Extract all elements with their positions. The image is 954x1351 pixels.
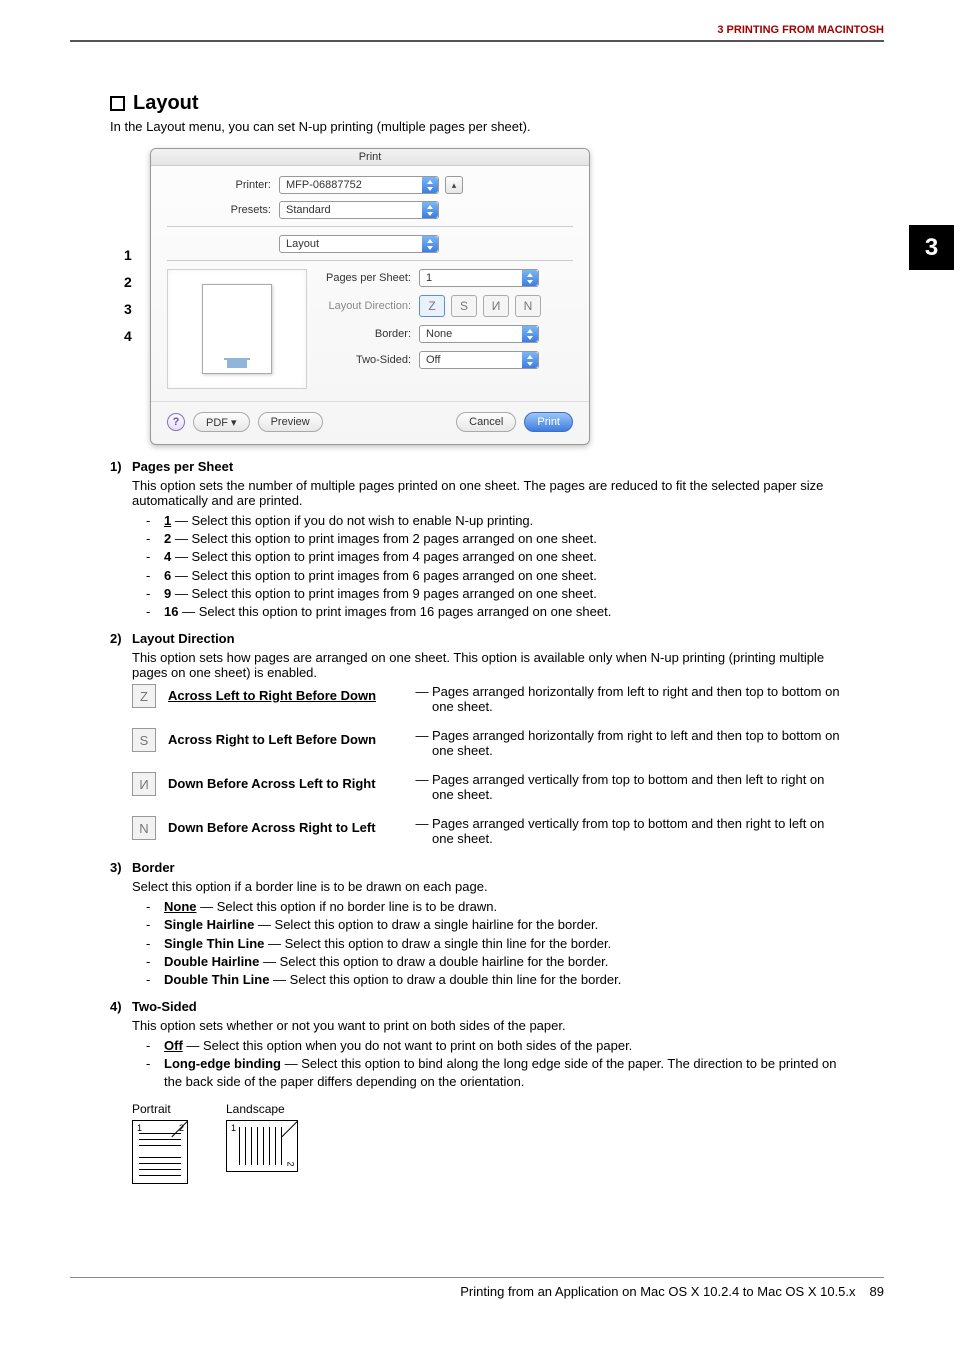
list-item: Single Thin Line — Select this option to… xyxy=(132,935,844,953)
two-sided-label: Two-Sided: xyxy=(321,354,419,366)
direction-name: Down Before Across Left to Right xyxy=(168,772,400,791)
page-footer: Printing from an Application on Mac OS X… xyxy=(70,1277,884,1299)
section-4-desc: This option sets whether or not you want… xyxy=(132,1018,844,1033)
dropdown-arrow-icon xyxy=(522,270,538,286)
direction-down-lr-button[interactable]: И xyxy=(483,295,509,317)
section-1-list: 1 — Select this option if you do not wis… xyxy=(132,512,844,621)
portrait-label: Portrait xyxy=(132,1102,188,1116)
direction-name: Across Right to Left Before Down xyxy=(168,728,400,747)
direction-name: Across Left to Right Before Down xyxy=(168,684,400,703)
presets-select[interactable]: Standard xyxy=(279,201,439,219)
help-button[interactable]: ? xyxy=(167,413,185,431)
section-1-heading: 1)Pages per Sheet xyxy=(110,459,844,474)
printer-info-button[interactable] xyxy=(445,176,463,194)
direction-name: Down Before Across Right to Left xyxy=(168,816,400,835)
section-2-heading: 2)Layout Direction xyxy=(110,631,844,646)
section-2-desc: This option sets how pages are arranged … xyxy=(132,650,844,680)
direction-row: ZAcross Left to Right Before Down—Pages … xyxy=(132,684,844,714)
section-4-heading: 4)Two-Sided xyxy=(110,999,844,1014)
layout-direction-label: Layout Direction: xyxy=(321,300,419,312)
direction-row: ИDown Before Across Left to Right—Pages … xyxy=(132,772,844,802)
list-item: 16 — Select this option to print images … xyxy=(132,603,844,621)
divider xyxy=(70,40,884,42)
dialog-title: Print xyxy=(151,149,589,166)
list-item: 6 — Select this option to print images f… xyxy=(132,567,844,585)
cancel-button[interactable]: Cancel xyxy=(456,412,516,432)
direction-icon: S xyxy=(132,728,156,752)
pages-per-sheet-select[interactable]: 1 xyxy=(419,269,539,287)
chapter-tab: 3 xyxy=(909,225,954,270)
landscape-figure: 12 xyxy=(226,1120,298,1172)
section-3-desc: Select this option if a border line is t… xyxy=(132,879,844,894)
list-item: 9 — Select this option to print images f… xyxy=(132,585,844,603)
direction-table: ZAcross Left to Right Before Down—Pages … xyxy=(132,684,844,846)
landscape-label: Landscape xyxy=(226,1102,298,1116)
border-label: Border: xyxy=(321,328,419,340)
dropdown-arrow-icon xyxy=(422,202,438,218)
section-4-list: Off — Select this option when you do not… xyxy=(132,1037,844,1092)
orientation-figures: Portrait 12 Landscape 12 xyxy=(132,1102,844,1184)
section-title-text: Layout xyxy=(133,92,199,115)
section-3-heading: 3)Border xyxy=(110,860,844,875)
direction-lr-down-button[interactable]: Z xyxy=(419,295,445,317)
list-item: Single Hairline — Select this option to … xyxy=(132,916,844,934)
border-select[interactable]: None xyxy=(419,325,539,343)
pages-per-sheet-label: Pages per Sheet: xyxy=(321,272,419,284)
chapter-header: 3 PRINTING FROM MACINTOSH xyxy=(70,24,884,36)
dropdown-arrow-icon xyxy=(522,326,538,342)
section-3-list: None — Select this option if no border l… xyxy=(132,898,844,989)
list-item: Off — Select this option when you do not… xyxy=(132,1037,844,1055)
list-item: 2 — Select this option to print images f… xyxy=(132,530,844,548)
list-item: Long-edge binding — Select this option t… xyxy=(132,1055,844,1091)
square-bullet-icon xyxy=(110,96,125,111)
direction-down-rl-button[interactable]: N xyxy=(515,295,541,317)
direction-icon: N xyxy=(132,816,156,840)
list-item: 4 — Select this option to print images f… xyxy=(132,548,844,566)
panel-select[interactable]: Layout xyxy=(279,235,439,253)
list-item: 1 — Select this option if you do not wis… xyxy=(132,512,844,530)
page-preview xyxy=(167,269,307,389)
two-sided-select[interactable]: Off xyxy=(419,351,539,369)
dropdown-arrow-icon xyxy=(422,236,438,252)
direction-icon: Z xyxy=(132,684,156,708)
printer-select[interactable]: MFP-06887752 xyxy=(279,176,439,194)
callout-numbers: 1 2 3 4 xyxy=(124,148,150,445)
pdf-menu-button[interactable]: PDF ▾ xyxy=(193,412,250,432)
direction-row: NDown Before Across Right to Left—Pages … xyxy=(132,816,844,846)
presets-label: Presets: xyxy=(167,204,279,216)
printer-label: Printer: xyxy=(167,179,279,191)
list-item: Double Thin Line — Select this option to… xyxy=(132,971,844,989)
portrait-figure: 12 xyxy=(132,1120,188,1184)
section-intro: In the Layout menu, you can set N-up pri… xyxy=(110,119,844,134)
direction-rl-down-button[interactable]: S xyxy=(451,295,477,317)
preview-button[interactable]: Preview xyxy=(258,412,323,432)
print-button[interactable]: Print xyxy=(524,412,573,432)
list-item: Double Hairline — Select this option to … xyxy=(132,953,844,971)
dropdown-arrow-icon xyxy=(422,177,438,193)
section-1-desc: This option sets the number of multiple … xyxy=(132,478,844,508)
dropdown-arrow-icon xyxy=(522,352,538,368)
list-item: None — Select this option if no border l… xyxy=(132,898,844,916)
direction-icon: И xyxy=(132,772,156,796)
section-title: Layout xyxy=(110,92,844,115)
print-dialog: Print Printer: MFP-06887752 Presets: Sta… xyxy=(150,148,590,445)
direction-row: SAcross Right to Left Before Down—Pages … xyxy=(132,728,844,758)
